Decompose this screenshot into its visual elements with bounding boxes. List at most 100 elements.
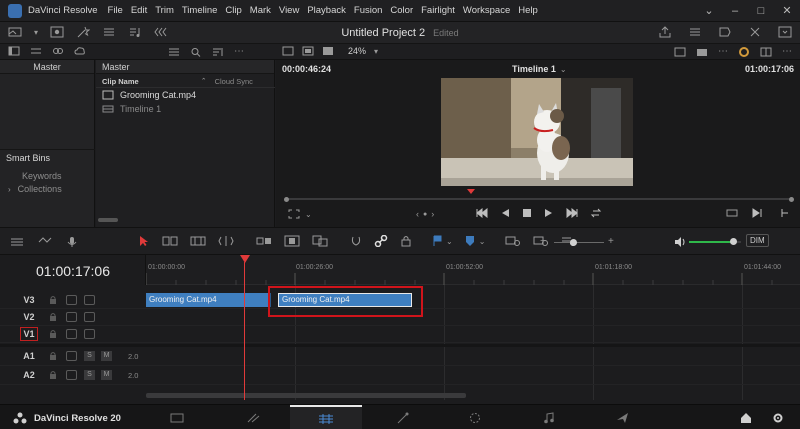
dim-button[interactable]: DIM xyxy=(746,234,769,247)
menu-edit[interactable]: Edit xyxy=(131,5,147,16)
loop-icon[interactable] xyxy=(590,208,602,218)
timeline-current-timecode[interactable]: 01:00:17:06 xyxy=(0,263,146,279)
color-wheel-icon[interactable] xyxy=(738,46,750,57)
chevron-down-icon[interactable]: ⌄ xyxy=(479,237,486,246)
index-list-icon[interactable] xyxy=(102,26,116,38)
film-strip-icon[interactable] xyxy=(322,46,334,56)
timeline-clip[interactable]: Grooming Cat.mp4 xyxy=(146,293,271,307)
page-cut[interactable] xyxy=(226,405,280,429)
timeline-playhead-head[interactable] xyxy=(240,255,250,263)
zoom-full-icon[interactable] xyxy=(505,235,521,247)
timeline-name[interactable]: Timeline 1 xyxy=(512,64,556,74)
menu-fusion[interactable]: Fusion xyxy=(354,5,383,16)
lock-icon[interactable] xyxy=(49,329,57,339)
viewer-mode-icon[interactable] xyxy=(282,46,294,56)
smart-bin-collections[interactable]: Collections xyxy=(18,184,62,194)
page-fairlight[interactable] xyxy=(522,405,576,429)
mute-button[interactable]: M xyxy=(101,351,112,361)
jog-dot-icon[interactable]: ● xyxy=(423,211,427,218)
menu-timeline[interactable]: Timeline xyxy=(182,5,218,16)
list-view-icon[interactable] xyxy=(168,47,180,57)
search-icon[interactable] xyxy=(190,47,202,57)
scrubber-start-handle[interactable] xyxy=(284,197,289,202)
selection-tool-icon[interactable] xyxy=(138,235,150,247)
blade-tool-icon[interactable] xyxy=(218,235,234,247)
page-color[interactable] xyxy=(448,405,502,429)
play-reverse-icon[interactable] xyxy=(500,208,510,218)
replace-clip-icon[interactable] xyxy=(312,235,328,247)
trim-tool-icon[interactable] xyxy=(162,235,178,247)
auto-select-icon[interactable] xyxy=(66,312,77,322)
maximize-button[interactable]: □ xyxy=(748,0,774,22)
inspector-icon[interactable] xyxy=(778,26,792,38)
sound-library-icon[interactable] xyxy=(128,26,142,38)
menu-workspace[interactable]: Workspace xyxy=(463,5,510,16)
menu-clip[interactable]: Clip xyxy=(225,5,241,16)
zoom-chevron-icon[interactable]: ▾ xyxy=(374,47,378,56)
prev-frame-icon[interactable]: ‹ xyxy=(416,209,419,219)
inspector-nav-icon[interactable] xyxy=(154,26,168,38)
out-point-icon[interactable] xyxy=(778,208,790,218)
track-label[interactable]: V1 xyxy=(20,327,38,341)
track-label[interactable]: V2 xyxy=(20,312,38,322)
zoom-out-icon[interactable]: − xyxy=(540,236,546,247)
menu-color[interactable]: Color xyxy=(390,5,413,16)
clips-scrollbar[interactable] xyxy=(98,218,118,222)
page-fusion[interactable] xyxy=(376,405,430,429)
solo-button[interactable]: S xyxy=(84,351,95,361)
zoom-slider-track[interactable] xyxy=(554,242,604,243)
dynamic-trim-icon[interactable] xyxy=(190,235,206,247)
viewer-scrubber[interactable] xyxy=(286,198,790,200)
track-label[interactable]: A1 xyxy=(20,351,38,361)
chevron-down-icon[interactable]: ⌄ xyxy=(305,210,312,219)
home-icon[interactable] xyxy=(740,412,752,424)
chevron-right-icon[interactable]: › xyxy=(8,185,11,194)
gear-icon[interactable] xyxy=(772,412,784,424)
stop-icon[interactable] xyxy=(522,208,532,218)
clip-row-grooming-cat[interactable]: Grooming Cat.mp4 xyxy=(102,90,196,100)
insert-clip-icon[interactable] xyxy=(256,235,272,247)
speaker-icon[interactable] xyxy=(674,236,686,248)
page-media[interactable] xyxy=(150,405,204,429)
track-visibility-icon[interactable] xyxy=(84,329,95,339)
viewer-more-icon[interactable]: ⋯ xyxy=(782,46,792,57)
effects-icon[interactable] xyxy=(76,26,91,38)
timeline-selector[interactable]: Timeline 1 ⌄ xyxy=(512,64,567,74)
auto-select-icon[interactable] xyxy=(66,370,77,380)
bins-header[interactable]: Master xyxy=(0,60,94,74)
page-edit[interactable] xyxy=(290,405,362,429)
link-icon[interactable] xyxy=(52,46,64,56)
edit-mode-icon[interactable] xyxy=(38,236,52,248)
auto-select-icon[interactable] xyxy=(66,329,77,339)
bin-list-icon[interactable] xyxy=(30,46,42,56)
mute-button[interactable]: M xyxy=(101,370,112,380)
safe-area-icon[interactable] xyxy=(288,209,300,219)
menu-help[interactable]: Help xyxy=(518,5,538,16)
smart-bin-keywords[interactable]: Keywords xyxy=(22,171,62,181)
match-frame-icon[interactable] xyxy=(726,208,738,218)
snapping-icon[interactable] xyxy=(350,235,362,247)
menu-trim[interactable]: Trim xyxy=(155,5,174,16)
auto-select-icon[interactable] xyxy=(66,351,77,361)
timeline-view-options-icon[interactable] xyxy=(10,236,24,248)
linked-selection-icon[interactable] xyxy=(374,235,388,247)
flag-icon[interactable] xyxy=(432,235,442,247)
timeline-playhead-line[interactable] xyxy=(244,262,245,400)
output-icon[interactable] xyxy=(696,47,708,57)
smart-bin-collections-row[interactable]: › Collections xyxy=(8,184,62,194)
menu-mark[interactable]: Mark xyxy=(250,5,271,16)
more-viewer-options-icon[interactable]: ⋯ xyxy=(718,46,728,57)
scrubber-playhead[interactable] xyxy=(467,189,475,194)
next-frame-icon[interactable]: › xyxy=(431,209,434,219)
auto-select-icon[interactable] xyxy=(66,295,77,305)
scrubber-end-handle[interactable] xyxy=(789,197,794,202)
track-visibility-icon[interactable] xyxy=(84,312,95,322)
cloud-icon[interactable] xyxy=(74,46,86,56)
volume-slider-thumb[interactable] xyxy=(730,238,738,245)
cut-icon[interactable] xyxy=(748,26,762,38)
timeline-scrollbar[interactable] xyxy=(146,393,466,398)
column-clip-name[interactable]: Clip Name xyxy=(102,77,139,86)
menu-view[interactable]: View xyxy=(279,5,299,16)
play-icon[interactable] xyxy=(544,208,554,218)
solo-button[interactable]: S xyxy=(84,370,95,380)
